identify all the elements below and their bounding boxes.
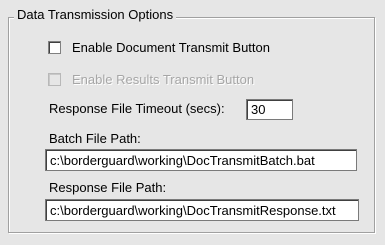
- response-file-path-label: Response File Path:: [49, 180, 167, 195]
- batch-file-path-input[interactable]: c:\borderguard\working\DocTransmitBatch.…: [45, 149, 357, 171]
- enable-document-transmit-checkbox[interactable]: [48, 41, 61, 54]
- enable-document-transmit-checkbox-row[interactable]: Enable Document Transmit Button: [48, 40, 270, 55]
- response-file-path-input[interactable]: c:\borderguard\working\DocTransmitRespon…: [45, 199, 359, 221]
- response-timeout-input[interactable]: 30: [246, 99, 293, 120]
- response-file-path-value: c:\borderguard\working\DocTransmitRespon…: [50, 202, 336, 218]
- enable-results-transmit-label: Enable Results Transmit Button: [72, 72, 255, 87]
- groupbox-title: Data Transmission Options: [14, 7, 177, 22]
- batch-file-path-label: Batch File Path:: [49, 131, 141, 146]
- response-timeout-value: 30: [251, 102, 266, 117]
- batch-file-path-value: c:\borderguard\working\DocTransmitBatch.…: [50, 152, 315, 168]
- enable-document-transmit-label: Enable Document Transmit Button: [72, 40, 270, 55]
- enable-results-transmit-checkbox: [48, 73, 61, 86]
- response-timeout-label: Response File Timeout (secs):: [49, 101, 225, 116]
- enable-results-transmit-checkbox-row: Enable Results Transmit Button: [48, 72, 254, 87]
